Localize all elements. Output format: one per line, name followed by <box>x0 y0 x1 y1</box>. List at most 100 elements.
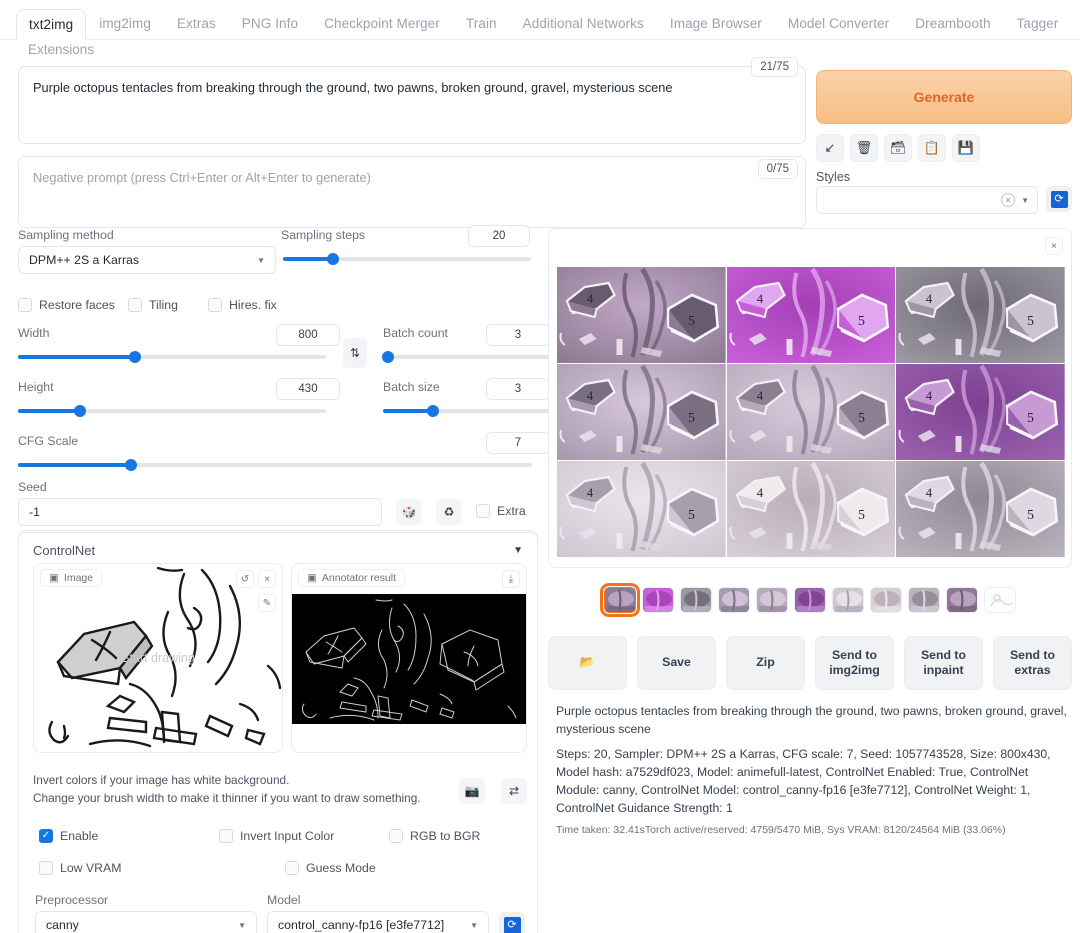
floppy-disk-icon[interactable]: 💾 <box>952 134 980 162</box>
extra-seed-checkbox[interactable]: Extra <box>476 504 526 518</box>
gallery-thumbnail[interactable] <box>908 587 940 613</box>
tab-additional-networks[interactable]: Additional Networks <box>510 8 657 39</box>
controlnet-rgb-to-bgr-checkbox[interactable]: RGB to BGR <box>389 829 480 843</box>
clipboard-icon[interactable]: 📋 <box>918 134 946 162</box>
cfg-scale-slider[interactable] <box>18 458 532 472</box>
gallery-image[interactable]: 45 <box>896 461 1065 557</box>
slider-knob[interactable] <box>327 253 339 265</box>
gallery-image[interactable]: 45 <box>727 267 896 363</box>
batch-size-value[interactable]: 3 <box>486 378 550 400</box>
slider-knob[interactable] <box>129 351 141 363</box>
zip-button[interactable]: Zip <box>726 636 805 690</box>
send-to-inpaint-button[interactable]: Send to inpaint <box>904 636 983 690</box>
controlnet-input-image-card[interactable]: ▣ Image ↺ × ✎ <box>33 563 283 753</box>
clear-styles-icon[interactable]: × <box>1001 193 1015 207</box>
tab-extras[interactable]: Extras <box>164 8 229 39</box>
hires-fix-checkbox[interactable]: Hires. fix <box>208 298 277 312</box>
preprocessor-select[interactable]: canny ▼ <box>35 911 257 933</box>
gallery-thumbnail[interactable] <box>870 587 902 613</box>
tab-img2img[interactable]: img2img <box>86 8 164 39</box>
svg-text:5: 5 <box>1027 508 1034 523</box>
gallery-thumbnail[interactable] <box>946 587 978 613</box>
restore-faces-checkbox[interactable]: Restore faces <box>18 298 128 312</box>
sampling-steps-value[interactable]: 20 <box>468 225 530 247</box>
gallery-image[interactable]: 45 <box>557 364 726 460</box>
svg-text:5: 5 <box>858 314 865 329</box>
positive-prompt-input[interactable]: Purple octopus tentacles from breaking t… <box>18 66 806 144</box>
reuse-seed-button[interactable]: ♻ <box>436 499 462 525</box>
send-to-img2img-button[interactable]: Send to img2img <box>815 636 894 690</box>
open-folder-button[interactable]: 📂 <box>548 636 627 690</box>
cfg-scale-value[interactable]: 7 <box>486 432 550 454</box>
tab-model-converter[interactable]: Model Converter <box>775 8 902 39</box>
seed-input[interactable]: -1 <box>18 498 382 526</box>
swap-icon[interactable]: ⇄ <box>501 778 527 804</box>
slider-knob[interactable] <box>427 405 439 417</box>
gallery-thumbnail[interactable] <box>756 587 788 613</box>
gallery-image[interactable]: 45 <box>896 364 1065 460</box>
gallery-image[interactable]: 45 <box>727 364 896 460</box>
gallery-thumbnail[interactable] <box>718 587 750 613</box>
info-params: Steps: 20, Sampler: DPM++ 2S a Karras, C… <box>556 745 1068 818</box>
tab-settings[interactable]: Settings <box>1071 8 1080 39</box>
model-select[interactable]: control_canny-fp16 [e3fe7712] ▼ <box>267 911 489 933</box>
controlnet-annotator-card[interactable]: ▣ Annotator result ⤓ <box>291 563 527 753</box>
gallery-thumbnail[interactable] <box>604 587 636 613</box>
tab-png-info[interactable]: PNG Info <box>229 8 311 39</box>
height-label: Height <box>18 380 54 394</box>
controlnet-guess-mode-checkbox[interactable]: Guess Mode <box>285 861 376 875</box>
tiling-checkbox[interactable]: Tiling <box>128 298 208 312</box>
gallery-thumbnail[interactable] <box>832 587 864 613</box>
width-slider[interactable] <box>18 350 326 364</box>
gallery-thumbnail[interactable] <box>984 587 1016 613</box>
card-file-box-icon[interactable]: 🗃 <box>884 134 912 162</box>
save-button[interactable]: Save <box>637 636 716 690</box>
swap-dimensions-button[interactable]: ⇅ <box>343 338 367 368</box>
styles-select[interactable]: × ▼ <box>816 186 1038 214</box>
gallery-thumbnail[interactable] <box>642 587 674 613</box>
tab-checkpoint-merger[interactable]: Checkpoint Merger <box>311 8 453 39</box>
close-icon[interactable]: × <box>1045 237 1063 255</box>
close-icon[interactable]: × <box>258 570 276 588</box>
slider-knob[interactable] <box>74 405 86 417</box>
batch-count-value[interactable]: 3 <box>486 324 550 346</box>
brush-icon[interactable]: ✎ <box>258 594 276 612</box>
tab-image-browser[interactable]: Image Browser <box>657 8 775 39</box>
send-to-extras-button[interactable]: Send to extras <box>993 636 1072 690</box>
controlnet-header[interactable]: ControlNet ▼ <box>19 533 537 564</box>
refresh-styles-button[interactable]: ⟳ <box>1046 186 1072 212</box>
gallery-thumbnail[interactable] <box>794 587 826 613</box>
width-value[interactable]: 800 <box>276 324 340 346</box>
undo-icon[interactable]: ↺ <box>236 570 254 588</box>
height-slider[interactable] <box>18 404 326 418</box>
refresh-models-button[interactable]: ⟳ <box>499 912 525 933</box>
tab-tagger[interactable]: Tagger <box>1004 8 1072 39</box>
generate-button[interactable]: Generate <box>816 70 1072 124</box>
controlnet-invert-input-color-checkbox[interactable]: Invert Input Color <box>219 829 389 843</box>
batch-size-slider[interactable] <box>383 404 551 418</box>
batch-count-slider[interactable] <box>383 350 551 364</box>
height-value[interactable]: 430 <box>276 378 340 400</box>
gallery-image[interactable]: 45 <box>557 461 726 557</box>
controlnet-low-vram-checkbox[interactable]: Low VRAM <box>39 861 285 875</box>
random-seed-button[interactable]: 🎲 <box>396 499 422 525</box>
trash-icon[interactable]: 🗑 <box>850 134 878 162</box>
arrow-down-left-icon[interactable]: ↙ <box>816 134 844 162</box>
camera-icon[interactable]: 📷 <box>459 778 485 804</box>
tab-train[interactable]: Train <box>453 8 510 39</box>
gallery-image[interactable]: 45 <box>557 267 726 363</box>
gallery-image[interactable]: 45 <box>896 267 1065 363</box>
slider-knob[interactable] <box>382 351 394 363</box>
slider-knob[interactable] <box>125 459 137 471</box>
download-icon[interactable]: ⤓ <box>502 570 520 588</box>
tab-txt2img[interactable]: txt2img <box>16 9 86 40</box>
controlnet-enable-checkbox[interactable]: ✓ Enable <box>39 829 219 843</box>
sub-tab-extensions[interactable]: Extensions <box>16 38 106 61</box>
chevron-down-icon[interactable]: ▼ <box>1021 196 1029 205</box>
tab-dreambooth[interactable]: Dreambooth <box>902 8 1003 39</box>
gallery-image[interactable]: 45 <box>727 461 896 557</box>
negative-prompt-input[interactable]: Negative prompt (press Ctrl+Enter or Alt… <box>18 156 806 228</box>
gallery-thumbnail[interactable] <box>680 587 712 613</box>
sampling-method-select[interactable]: DPM++ 2S a Karras ▼ <box>18 246 276 274</box>
sampling-steps-slider[interactable] <box>283 252 531 266</box>
